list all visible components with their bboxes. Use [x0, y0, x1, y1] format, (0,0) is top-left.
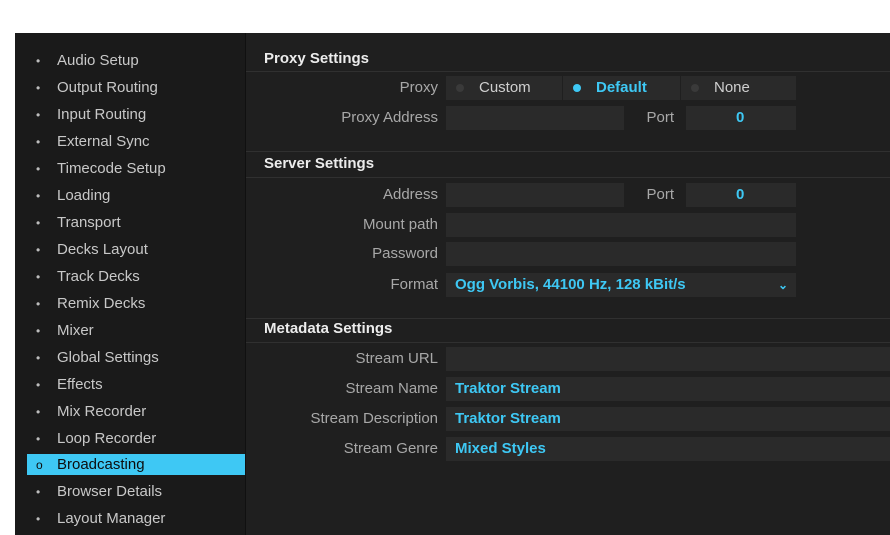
sidebar-item-label: Input Routing: [57, 106, 147, 123]
sidebar-item-decks-layout[interactable]: • Decks Layout: [27, 239, 245, 260]
sidebar-item-loop-recorder[interactable]: • Loop Recorder: [27, 428, 245, 449]
sidebar-item-audio-setup[interactable]: • Audio Setup: [27, 50, 245, 71]
proxy-option-label: Custom: [479, 79, 531, 96]
sidebar-item-loading[interactable]: • Loading: [27, 185, 245, 206]
sidebar-item-browser-details[interactable]: • Browser Details: [27, 481, 245, 502]
selected-bullet-icon: o: [36, 458, 43, 472]
sidebar-item-label: Audio Setup: [57, 52, 139, 69]
section-divider: [246, 177, 890, 178]
sidebar-item-label: Transport: [57, 214, 121, 231]
bullet-icon: •: [36, 81, 41, 95]
sidebar-item-output-routing[interactable]: • Output Routing: [27, 77, 245, 98]
bullet-icon: •: [36, 270, 41, 284]
sidebar-item-label: Global Settings: [57, 349, 159, 366]
proxy-option-label: None: [714, 79, 750, 96]
proxy-option-label: Default: [596, 79, 647, 96]
proxy-port-field[interactable]: 0: [686, 106, 796, 130]
sidebar-item-transport[interactable]: • Transport: [27, 212, 245, 233]
sidebar-item-remix-decks[interactable]: • Remix Decks: [27, 293, 245, 314]
bullet-icon: •: [36, 54, 41, 68]
sidebar-item-label: Timecode Setup: [57, 160, 166, 177]
broadcasting-panel: Proxy Settings Proxy Custom Default None…: [246, 33, 890, 535]
sidebar-item-track-decks[interactable]: • Track Decks: [27, 266, 245, 287]
proxy-option-default[interactable]: Default: [563, 76, 680, 100]
bullet-icon: •: [36, 351, 41, 365]
bullet-icon: •: [36, 297, 41, 311]
radio-dot-icon: [456, 84, 464, 92]
stream-url-label: Stream URL: [355, 350, 438, 367]
server-port-field[interactable]: 0: [686, 183, 796, 207]
password-field[interactable]: [446, 242, 796, 266]
sidebar-item-label: Mixer: [57, 322, 94, 339]
sidebar-item-label: External Sync: [57, 133, 150, 150]
sidebar-item-label: Loop Recorder: [57, 430, 157, 447]
sidebar-item-label: Remix Decks: [57, 295, 146, 312]
bullet-icon: •: [36, 108, 41, 122]
proxy-port-label: Port: [646, 109, 674, 126]
bullet-icon: •: [36, 243, 41, 257]
sidebar-item-label: Mix Recorder: [57, 403, 147, 420]
sidebar-item-label: Broadcasting: [57, 456, 145, 473]
server-settings-title: Server Settings: [264, 155, 375, 172]
proxy-option-none[interactable]: None: [681, 76, 796, 100]
stream-genre-label: Stream Genre: [343, 440, 438, 457]
format-label: Format: [390, 276, 438, 293]
preferences-sidebar: • Audio Setup • Output Routing • Input Rout…: [15, 33, 246, 535]
bullet-icon: •: [36, 378, 41, 392]
sidebar-item-input-routing[interactable]: • Input Routing: [27, 104, 245, 125]
stream-description-field[interactable]: Traktor Stream: [446, 407, 890, 431]
sidebar-item-global-settings[interactable]: • Global Settings: [27, 347, 245, 368]
preferences-window: • Audio Setup • Output Routing • Input Rout…: [15, 33, 890, 535]
sidebar-item-label: Loading: [57, 187, 111, 204]
server-address-field[interactable]: [446, 183, 624, 207]
sidebar-item-external-sync[interactable]: • External Sync: [27, 131, 245, 152]
server-address-label: Address: [382, 186, 438, 203]
mount-path-label: Mount path: [362, 216, 438, 233]
metadata-settings-title: Metadata Settings: [264, 320, 393, 337]
mount-path-field[interactable]: [446, 213, 796, 237]
proxy-label: Proxy: [399, 79, 438, 96]
radio-dot-icon: [691, 84, 699, 92]
stream-name-label: Stream Name: [345, 380, 438, 397]
stream-description-label: Stream Description: [310, 410, 438, 427]
section-divider: [246, 71, 890, 72]
stream-genre-field[interactable]: Mixed Styles: [446, 437, 890, 461]
sidebar-item-effects[interactable]: • Effects: [27, 374, 245, 395]
bullet-icon: •: [36, 485, 41, 499]
sidebar-item-label: Output Routing: [57, 79, 158, 96]
bullet-icon: •: [36, 189, 41, 203]
bullet-icon: •: [36, 432, 41, 446]
bullet-icon: •: [36, 216, 41, 230]
sidebar-item-mixer[interactable]: • Mixer: [27, 320, 245, 341]
password-label: Password: [372, 245, 438, 262]
bullet-icon: •: [36, 324, 41, 338]
sidebar-item-broadcasting[interactable]: o Broadcasting: [27, 454, 245, 475]
sidebar-item-mix-recorder[interactable]: • Mix Recorder: [27, 401, 245, 422]
stream-url-field[interactable]: [446, 347, 890, 371]
sidebar-item-timecode-setup[interactable]: • Timecode Setup: [27, 158, 245, 179]
radio-dot-icon: [573, 84, 581, 92]
bullet-icon: •: [36, 135, 41, 149]
stream-name-field[interactable]: Traktor Stream: [446, 377, 890, 401]
section-divider: [246, 151, 890, 152]
proxy-settings-title: Proxy Settings: [264, 50, 370, 67]
section-divider: [246, 342, 890, 343]
proxy-address-field[interactable]: [446, 106, 624, 130]
format-value: Ogg Vorbis, 44100 Hz, 128 kBit/s: [455, 276, 686, 293]
sidebar-item-layout-manager[interactable]: • Layout Manager: [27, 508, 245, 529]
bullet-icon: •: [36, 162, 41, 176]
proxy-address-label: Proxy Address: [341, 109, 438, 126]
bullet-icon: •: [36, 405, 41, 419]
chevron-down-icon: ⌄: [777, 278, 788, 292]
format-dropdown[interactable]: Ogg Vorbis, 44100 Hz, 128 kBit/s ⌄: [446, 273, 796, 297]
sidebar-item-label: Effects: [57, 376, 103, 393]
server-port-label: Port: [646, 186, 674, 203]
sidebar-item-label: Layout Manager: [57, 510, 166, 527]
sidebar-item-label: Track Decks: [57, 268, 140, 285]
sidebar-item-label: Browser Details: [57, 483, 163, 500]
sidebar-item-label: Decks Layout: [57, 241, 148, 258]
bullet-icon: •: [36, 512, 41, 526]
proxy-option-custom[interactable]: Custom: [446, 76, 562, 100]
